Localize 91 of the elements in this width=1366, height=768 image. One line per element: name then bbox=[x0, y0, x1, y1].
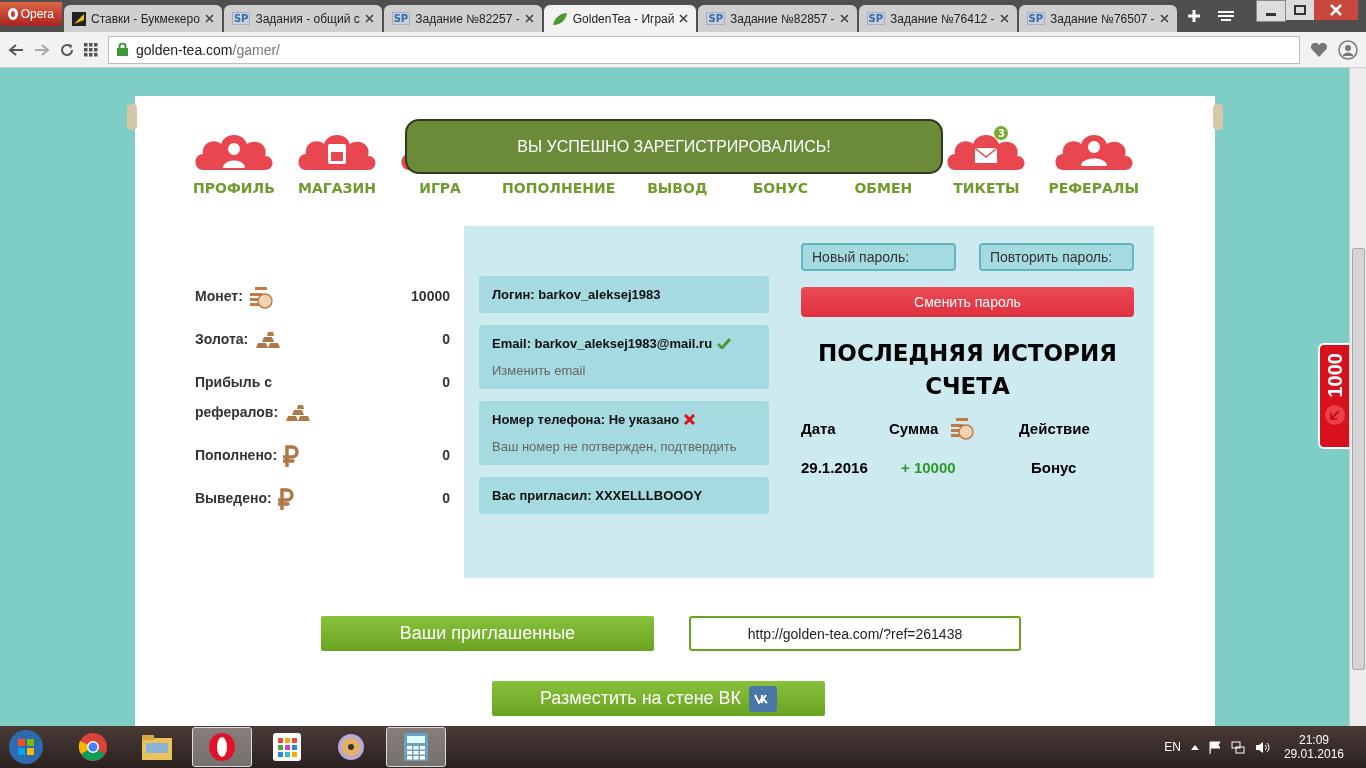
browser-tab[interactable]: Ставки - Букмекеро bbox=[64, 5, 222, 32]
close-icon[interactable] bbox=[1159, 14, 1169, 23]
stat-value: 0 bbox=[442, 373, 450, 392]
table-cell-text: + 10000 bbox=[900, 459, 957, 476]
info-text: Email: barkov_aleksej1983@mail.ru bbox=[492, 336, 713, 351]
calculator-icon[interactable] bbox=[403, 732, 429, 762]
close-icon[interactable] bbox=[204, 14, 214, 23]
history-title: ПОСЛЕДНЯЯ ИСТОРИЯ СЧЕТА bbox=[817, 339, 1118, 401]
opera-menu-button[interactable]: Opera bbox=[0, 2, 62, 26]
password-field[interactable]: Новый пароль: bbox=[801, 243, 956, 271]
info-link[interactable]: Изменить email bbox=[492, 363, 756, 378]
menu-icon[interactable] bbox=[1218, 10, 1234, 22]
close-icon[interactable] bbox=[999, 14, 1009, 23]
profile-icon[interactable] bbox=[1338, 39, 1358, 60]
flag-icon[interactable] bbox=[1208, 740, 1221, 754]
site-logo-icon: SP bbox=[866, 12, 886, 25]
back-icon[interactable] bbox=[8, 42, 24, 57]
stat-value: 0 bbox=[442, 330, 450, 349]
browser-tab[interactable]: SP Задание №76412 - bbox=[858, 5, 1017, 32]
grid-icon[interactable] bbox=[84, 42, 98, 57]
success-toast: ВЫ УСПЕШНО ЗАРЕГИСТРИРОВАЛИСЬ! bbox=[405, 119, 943, 174]
column-header: Действие bbox=[1019, 419, 1091, 437]
coin-stack-icon bbox=[248, 285, 273, 310]
ruble-icon bbox=[283, 445, 300, 468]
coin-stack-icon bbox=[950, 416, 975, 440]
nav-link[interactable]: МАГАЗИН bbox=[296, 130, 379, 196]
stat-value: 10000 bbox=[411, 287, 450, 306]
stat-label: Пополнено: bbox=[195, 447, 278, 463]
change-password-button[interactable]: Сменить пароль bbox=[801, 287, 1134, 317]
stat-value: 0 bbox=[442, 489, 450, 508]
ingot-stack-icon bbox=[284, 404, 313, 423]
language-indicator[interactable]: EN bbox=[1164, 740, 1181, 754]
site-logo-icon: SP bbox=[231, 12, 251, 25]
ruble-icon bbox=[277, 488, 294, 511]
count-badge: 3 bbox=[994, 126, 1009, 140]
stat-value: 0 bbox=[442, 446, 450, 465]
side-tab[interactable]: 1000 bbox=[1318, 343, 1350, 449]
minimize-icon[interactable] bbox=[1256, 0, 1286, 22]
vk-logo-icon bbox=[749, 685, 778, 712]
close-icon[interactable] bbox=[1314, 0, 1358, 20]
close-icon[interactable] bbox=[679, 14, 689, 23]
scroll-rod-end bbox=[127, 104, 137, 130]
table-cell-text: 29.1.2016 bbox=[801, 459, 869, 476]
browser-tab[interactable]: SP Задание №82857 - bbox=[698, 5, 857, 32]
network-icon[interactable] bbox=[1230, 740, 1245, 754]
browser-tab[interactable]: GoldenTea - Играй bbox=[543, 5, 697, 32]
info-link[interactable]: Ваш номер не потвержден, подтвердить bbox=[492, 439, 756, 454]
leaf-icon bbox=[551, 11, 568, 26]
nav-link[interactable]: ПРОФИЛЬ bbox=[193, 130, 275, 196]
table-cell-text: Бонус bbox=[1030, 459, 1078, 476]
stat-label: Прибыль с рефералов: bbox=[195, 374, 279, 420]
close-icon[interactable] bbox=[364, 14, 374, 23]
square-logo-icon bbox=[72, 11, 86, 26]
lock-icon bbox=[117, 43, 128, 56]
close-icon[interactable] bbox=[524, 14, 534, 23]
browser-tab[interactable]: SP Задание №82257 - bbox=[383, 5, 542, 32]
close-icon[interactable] bbox=[839, 14, 849, 23]
clock[interactable]: 21:09 29.01.2016 bbox=[1283, 733, 1344, 761]
plus-icon[interactable] bbox=[1186, 9, 1201, 23]
speaker-icon[interactable] bbox=[1254, 740, 1270, 754]
browser-tab[interactable]: SP Задания - общий с bbox=[223, 5, 382, 32]
stat-label: Выведено: bbox=[195, 490, 272, 506]
invited-button[interactable]: Ваши приглашенные bbox=[321, 616, 654, 651]
nav-link[interactable]: РЕФЕРАЛЫ bbox=[1048, 130, 1139, 196]
address-field[interactable]: golden-tea.com/gamer/ bbox=[108, 35, 1300, 64]
start-button-icon[interactable] bbox=[8, 729, 44, 765]
site-logo-icon: SP bbox=[391, 12, 411, 25]
tile-grid-icon[interactable] bbox=[273, 733, 301, 761]
chrome-icon[interactable] bbox=[78, 732, 108, 762]
caret-icon[interactable] bbox=[1190, 744, 1199, 750]
folder-icon[interactable] bbox=[141, 733, 173, 761]
stat-label: Монет: bbox=[195, 288, 243, 304]
ingot-stack-icon bbox=[254, 331, 283, 350]
column-header: Сумма bbox=[889, 419, 939, 437]
info-text: Логин: barkov_aleksej1983 bbox=[492, 287, 661, 302]
opera-icon[interactable] bbox=[207, 732, 237, 762]
site-logo-icon: SP bbox=[706, 12, 725, 25]
stat-label: Золота: bbox=[195, 331, 249, 347]
disc-icon[interactable] bbox=[336, 732, 366, 762]
info-text: Номер телефона: Не указано bbox=[492, 412, 680, 427]
heart-icon[interactable] bbox=[1310, 41, 1328, 58]
scrollbar[interactable] bbox=[1349, 68, 1366, 726]
browser-tab[interactable]: SP Задание №76507 - bbox=[1018, 5, 1177, 32]
site-logo-icon: SP bbox=[1026, 12, 1046, 25]
password-field[interactable]: Повторить пароль: bbox=[979, 243, 1134, 271]
restore-icon[interactable] bbox=[1286, 0, 1314, 20]
reload-icon[interactable] bbox=[60, 42, 74, 57]
column-header: Дата bbox=[801, 419, 837, 437]
referral-link-field[interactable]: http://golden-tea.com/?ref=261438 bbox=[689, 616, 1021, 651]
scroll-rod-end bbox=[1213, 104, 1223, 130]
info-text: Вас пригласил: XXXELLLBOOOY bbox=[492, 488, 703, 503]
